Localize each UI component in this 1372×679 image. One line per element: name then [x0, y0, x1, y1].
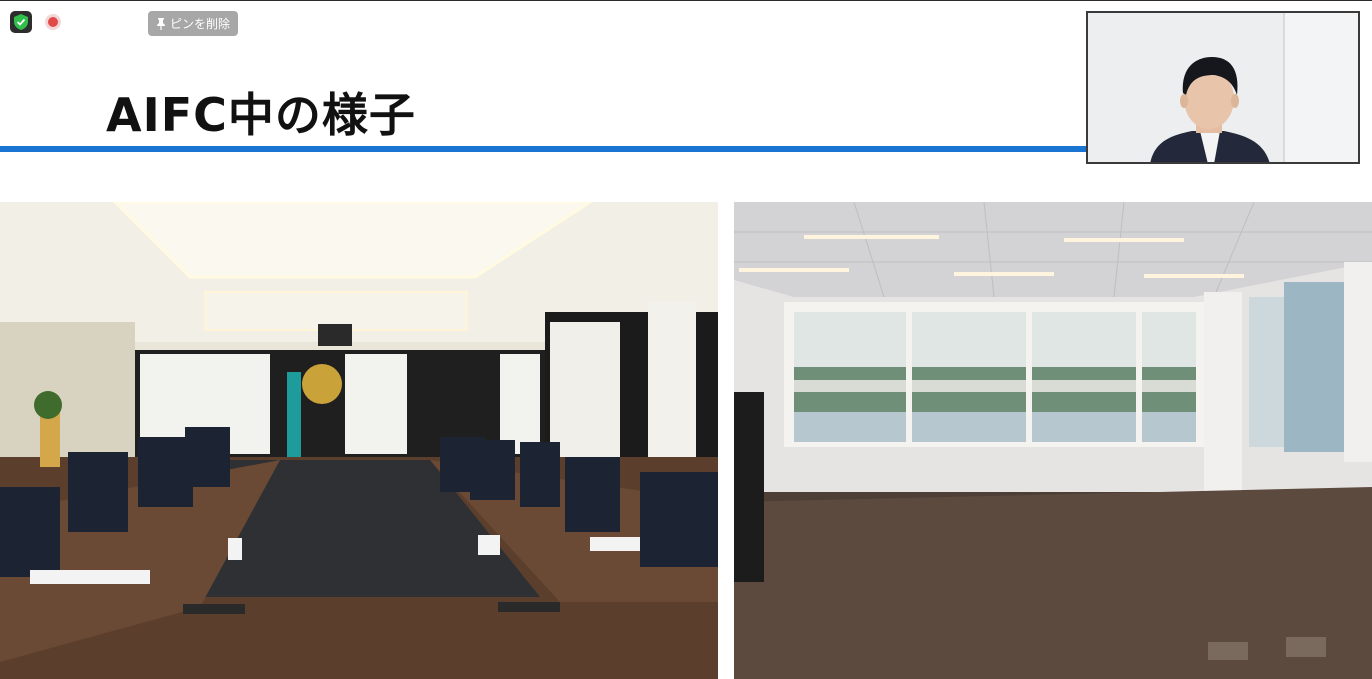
title-underline [0, 146, 1090, 152]
record-icon[interactable] [45, 14, 61, 30]
unpin-button[interactable]: ピンを削除 [148, 11, 239, 36]
zoom-window: ピンを削除 AIFC中の様子 [0, 0, 1372, 679]
speaker-video-thumbnail[interactable] [1086, 11, 1360, 164]
meeting-toolbar: ピンを削除 [0, 1, 320, 45]
slide-title: AIFC中の様子 [106, 88, 416, 142]
pin-icon [157, 17, 165, 30]
conference-room-photo [0, 202, 718, 679]
shield-check-icon[interactable] [10, 11, 32, 33]
unpin-label: ピンを削除 [170, 17, 231, 31]
empty-office-photo [734, 202, 1372, 679]
